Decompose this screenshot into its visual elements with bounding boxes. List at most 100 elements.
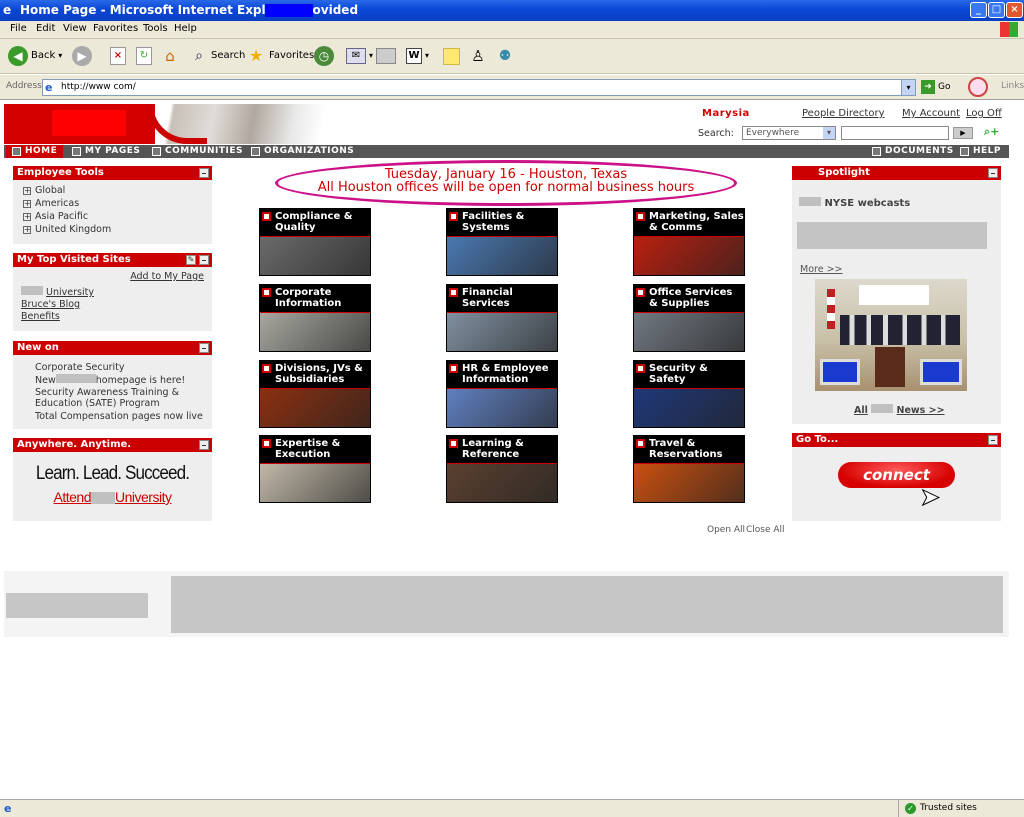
forward-button[interactable]: ▶ [72, 44, 92, 68]
menu-bar: File Edit View Favorites Tools Help [0, 21, 1024, 39]
news-item[interactable]: Total Compensation pages now live [35, 411, 203, 423]
tile-divisions-jvs-subsidiaries[interactable]: Divisions, JVs & Subsidiaries [259, 360, 371, 428]
tile-title: Office Services & Supplies [634, 285, 744, 312]
tile-hr-employee-information[interactable]: HR & Employee Information [446, 360, 558, 428]
site-link-blog[interactable]: Bruce's Blog [21, 299, 94, 311]
user-name: Marysia [702, 108, 750, 119]
nav-help[interactable]: HELP [960, 146, 1001, 156]
tile-expertise-execution[interactable]: Expertise & Execution [259, 435, 371, 503]
log-off-link[interactable]: Log Off [966, 108, 1002, 119]
favorites-button[interactable]: ★ Favorites [246, 44, 314, 68]
list-item[interactable]: + United Kingdom [23, 223, 212, 236]
nav-my-pages[interactable]: MY PAGES [72, 146, 140, 156]
people-directory-link[interactable]: People Directory [802, 108, 885, 119]
research-icon: ⚉ [498, 48, 512, 64]
nav-home[interactable]: HOME [6, 145, 64, 158]
site-link-university[interactable]: University [21, 286, 94, 299]
menu-help[interactable]: Help [174, 23, 197, 34]
refresh-button[interactable]: ↻ [136, 44, 152, 68]
messenger-button[interactable]: ♙ [469, 44, 487, 68]
history-button[interactable]: ◷ [314, 44, 334, 68]
maximize-button[interactable]: □ [988, 2, 1005, 18]
tile-facilities-systems[interactable]: Facilities & Systems [446, 208, 558, 276]
more-link[interactable]: More >> [800, 264, 843, 275]
menu-favorites[interactable]: Favorites [93, 23, 138, 34]
open-all-link[interactable]: Open All [707, 525, 745, 535]
windows-flag-icon [1000, 22, 1018, 37]
tile-travel-reservations[interactable]: Travel & Reservations [633, 435, 745, 503]
tile-title: Marketing, Sales & Comms [634, 209, 744, 236]
nyse-webcasts-link[interactable]: NYSE webcasts [799, 197, 910, 209]
site-link-benefits[interactable]: Benefits [21, 311, 94, 323]
tile-security-safety[interactable]: Security & Safety [633, 360, 745, 428]
minimize-icon[interactable] [199, 440, 209, 450]
edit-button[interactable]: W ▾ [406, 44, 429, 68]
minimize-icon[interactable] [988, 168, 998, 178]
close-button[interactable]: × [1006, 2, 1023, 18]
tile-image [634, 463, 744, 502]
redacted-block [871, 404, 894, 413]
tile-image [260, 463, 370, 502]
stop-button[interactable]: × [110, 44, 126, 68]
minimize-button[interactable]: _ [970, 2, 987, 18]
close-all-link[interactable]: Close All [746, 525, 785, 535]
menu-view[interactable]: View [63, 23, 87, 34]
search-scope-select[interactable]: Everywhere ▾ [742, 126, 836, 140]
menu-tools[interactable]: Tools [143, 23, 168, 34]
screen-right [920, 359, 962, 385]
address-dropdown-icon[interactable]: ▾ [901, 80, 915, 95]
minimize-icon[interactable] [199, 343, 209, 353]
university-slogan[interactable]: Learn. Lead. Succeed. [23, 463, 202, 485]
add-to-my-page-link[interactable]: Add to My Page [130, 271, 204, 282]
search-input[interactable] [841, 126, 949, 140]
menu-file[interactable]: File [10, 23, 27, 34]
search-go-button[interactable]: ▶ [953, 127, 973, 139]
edit-icon[interactable]: ✎ [186, 255, 196, 265]
minimize-icon[interactable] [199, 255, 209, 265]
header-photo [147, 104, 350, 144]
tile-image [260, 236, 370, 275]
news-item[interactable]: Education (SATE) Program [35, 398, 203, 410]
my-account-link[interactable]: My Account [902, 108, 960, 119]
mail-button[interactable]: ✉ ▾ [346, 44, 373, 68]
home-button[interactable]: ⌂ [160, 44, 180, 68]
nyse-photo[interactable] [815, 279, 967, 391]
trusted-check-icon: ✓ [905, 803, 916, 814]
minimize-icon[interactable] [199, 168, 209, 178]
list-item[interactable]: + Americas [23, 197, 212, 210]
tile-learning-reference[interactable]: Learning & Reference [446, 435, 558, 503]
mail-icon: ✉ [346, 48, 366, 64]
list-item[interactable]: + Asia Pacific [23, 210, 212, 223]
search-button[interactable]: ⌕ Search [190, 44, 245, 68]
screen-left [820, 359, 860, 385]
nav-documents[interactable]: DOCUMENTS [872, 146, 954, 156]
tile-corporate-information[interactable]: Corporate Information [259, 284, 371, 352]
research-button[interactable]: ⚉ [495, 44, 515, 68]
links-label[interactable]: Links [1001, 81, 1024, 91]
redacted-block [797, 222, 987, 249]
news-item[interactable]: New homepage is here! [35, 374, 203, 387]
nav-communities[interactable]: COMMUNITIES [152, 146, 243, 156]
all-news-link[interactable]: All News >> [854, 404, 945, 416]
list-item[interactable]: + Global [23, 184, 212, 197]
address-input[interactable]: e http://www com/ ▾ [42, 79, 916, 96]
news-item[interactable]: Corporate Security [35, 362, 203, 374]
attend-university-link[interactable]: Attend University [13, 489, 212, 505]
menu-edit[interactable]: Edit [36, 23, 55, 34]
nav-organizations[interactable]: ORGANIZATIONS [251, 146, 354, 156]
tile-marketing-sales-comms[interactable]: Marketing, Sales & Comms [633, 208, 745, 276]
search-icon: ⌕ [195, 48, 203, 64]
minimize-icon[interactable] [988, 435, 998, 445]
tile-financial-services[interactable]: Financial Services [446, 284, 558, 352]
go-button[interactable]: ➜ Go [921, 80, 950, 94]
dropdown-arrow-icon: ▾ [425, 51, 430, 60]
cursor-arrow-icon: ➤ [919, 483, 941, 512]
flag-image [827, 289, 835, 329]
back-button[interactable]: ◀ Back ▾ [8, 44, 62, 68]
notes-button[interactable] [443, 44, 460, 68]
address-bar: Address e http://www com/ ▾ ➜ Go Links [0, 75, 1024, 100]
print-button[interactable] [376, 44, 396, 68]
tile-compliance-quality[interactable]: Compliance & Quality [259, 208, 371, 276]
advanced-search-icon[interactable]: ⌕+ [984, 125, 999, 139]
tile-office-services-supplies[interactable]: Office Services & Supplies [633, 284, 745, 352]
